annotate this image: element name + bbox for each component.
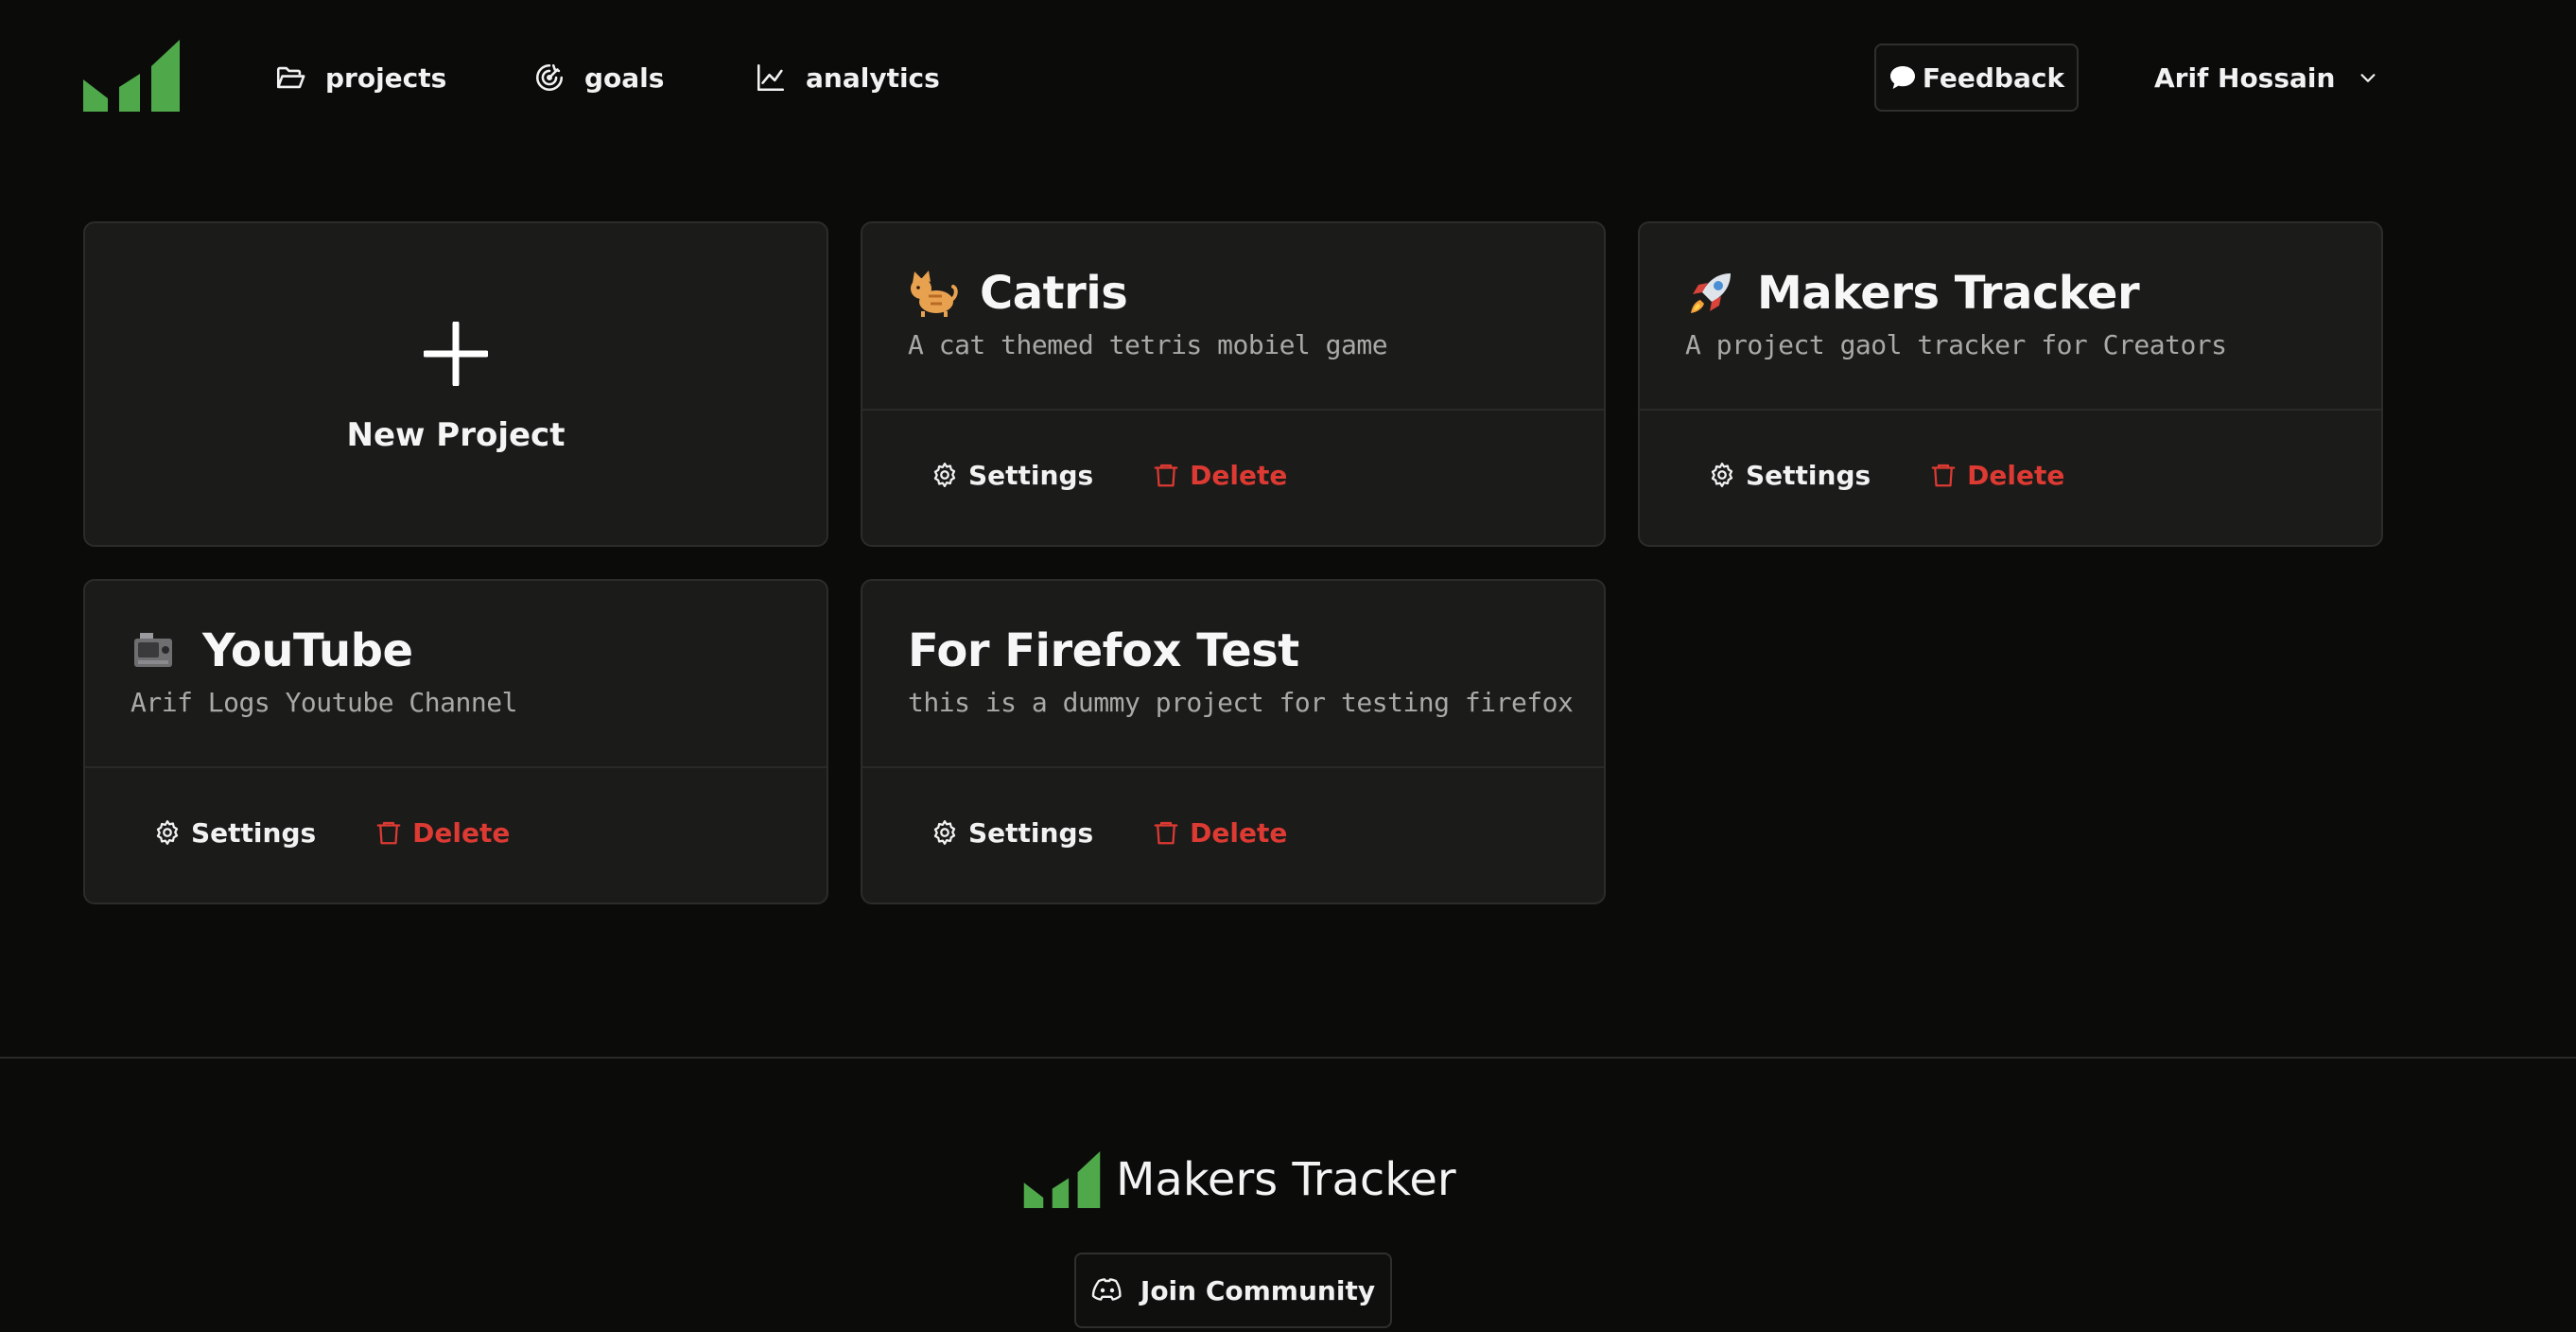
gear-icon bbox=[933, 820, 956, 845]
project-actions: Settings Delete bbox=[153, 802, 510, 863]
rocket-emoji-icon bbox=[1691, 273, 1731, 313]
settings-button[interactable]: Settings bbox=[153, 817, 316, 849]
settings-label: Settings bbox=[191, 816, 317, 849]
delete-button[interactable]: Delete bbox=[1152, 460, 1287, 491]
project-card-header[interactable]: For Firefox Test this is a dummy project… bbox=[862, 581, 1604, 768]
project-description: Arif Logs Youtube Channel bbox=[131, 687, 517, 718]
feedback-button[interactable]: Feedback bbox=[1874, 44, 2079, 112]
project-title-text: YouTube bbox=[202, 624, 413, 677]
delete-label: Delete bbox=[412, 816, 511, 849]
new-project-label: New Project bbox=[346, 416, 566, 454]
project-card-header[interactable]: YouTube Arif Logs Youtube Channel bbox=[85, 581, 827, 768]
footer-brand: Makers Tracker bbox=[1023, 1148, 1456, 1211]
gear-icon bbox=[1711, 463, 1733, 487]
project-description: A project gaol tracker for Creators bbox=[1685, 329, 2227, 360]
settings-button[interactable]: Settings bbox=[1708, 460, 1871, 491]
join-community-button[interactable]: Join Community bbox=[1074, 1253, 1392, 1328]
makers-tracker-logo[interactable] bbox=[83, 40, 180, 112]
join-community-label: Join Community bbox=[1140, 1274, 1376, 1306]
project-actions: Settings Delete bbox=[931, 802, 1287, 863]
delete-label: Delete bbox=[1190, 459, 1288, 491]
gear-icon bbox=[156, 820, 179, 845]
project-description: A cat themed tetris mobiel game bbox=[908, 329, 1388, 360]
project-card: YouTube Arif Logs Youtube Channel Settin… bbox=[83, 579, 828, 904]
feedback-label: Feedback bbox=[1922, 61, 2065, 94]
project-card-header[interactable]: Catris A cat themed tetris mobiel game bbox=[862, 223, 1604, 411]
project-card-header[interactable]: Makers Tracker A project gaol tracker fo… bbox=[1640, 223, 2381, 411]
user-name: Arif Hossain bbox=[2154, 61, 2336, 94]
project-title-text: For Firefox Test bbox=[908, 624, 1299, 677]
nav-projects-label: projects bbox=[325, 61, 447, 94]
settings-label: Settings bbox=[968, 459, 1094, 491]
settings-label: Settings bbox=[1746, 459, 1871, 491]
project-actions: Settings Delete bbox=[1708, 445, 2064, 505]
project-card: Makers Tracker A project gaol tracker fo… bbox=[1638, 221, 2383, 547]
nav-analytics-label: analytics bbox=[806, 61, 940, 94]
project-title: Makers Tracker bbox=[1685, 263, 2140, 324]
plus-icon bbox=[424, 322, 488, 386]
delete-label: Delete bbox=[1967, 459, 2065, 491]
nav-goals[interactable]: goals bbox=[533, 53, 664, 102]
trash-icon bbox=[1931, 464, 1956, 487]
footer-divider bbox=[0, 1057, 2576, 1059]
project-title-text: Makers Tracker bbox=[1757, 267, 2140, 320]
footer-brand-name: Makers Tracker bbox=[1116, 1153, 1456, 1206]
nav-projects[interactable]: projects bbox=[274, 53, 446, 102]
cat-emoji-icon bbox=[911, 271, 958, 317]
project-card: Catris A cat themed tetris mobiel game S… bbox=[861, 221, 1606, 547]
project-title: YouTube bbox=[131, 621, 413, 681]
speech-bubble-icon bbox=[1889, 66, 1915, 89]
project-title: Catris bbox=[908, 263, 1128, 324]
new-project-card[interactable]: New Project bbox=[83, 221, 828, 547]
gear-icon bbox=[933, 463, 956, 487]
delete-button[interactable]: Delete bbox=[1929, 460, 2064, 491]
project-title-text: Catris bbox=[980, 267, 1128, 320]
line-chart-icon bbox=[757, 63, 785, 92]
settings-button[interactable]: Settings bbox=[931, 817, 1093, 849]
chevron-down-icon bbox=[2360, 74, 2376, 82]
trash-icon bbox=[376, 821, 401, 845]
project-title: For Firefox Test bbox=[908, 621, 1299, 681]
nav-analytics[interactable]: analytics bbox=[755, 53, 940, 102]
delete-button[interactable]: Delete bbox=[1152, 817, 1287, 849]
trash-icon bbox=[1154, 464, 1178, 487]
discord-icon bbox=[1091, 1278, 1122, 1301]
project-actions: Settings Delete bbox=[931, 445, 1287, 505]
video-camera-emoji-icon bbox=[134, 633, 172, 667]
settings-label: Settings bbox=[968, 816, 1094, 849]
user-menu[interactable]: Arif Hossain bbox=[2154, 53, 2378, 102]
project-card: For Firefox Test this is a dummy project… bbox=[861, 579, 1606, 904]
trash-icon bbox=[1154, 821, 1178, 845]
nav-goals-label: goals bbox=[584, 61, 665, 94]
makers-tracker-logo bbox=[1023, 1151, 1101, 1208]
project-description: this is a dummy project for testing fire… bbox=[908, 687, 1574, 718]
top-navbar: projects goals analytics Feedback Arif H… bbox=[0, 0, 2576, 156]
folder-open-icon bbox=[276, 66, 305, 89]
delete-label: Delete bbox=[1190, 816, 1288, 849]
delete-button[interactable]: Delete bbox=[374, 817, 510, 849]
goal-target-icon bbox=[535, 63, 564, 92]
settings-button[interactable]: Settings bbox=[931, 460, 1093, 491]
